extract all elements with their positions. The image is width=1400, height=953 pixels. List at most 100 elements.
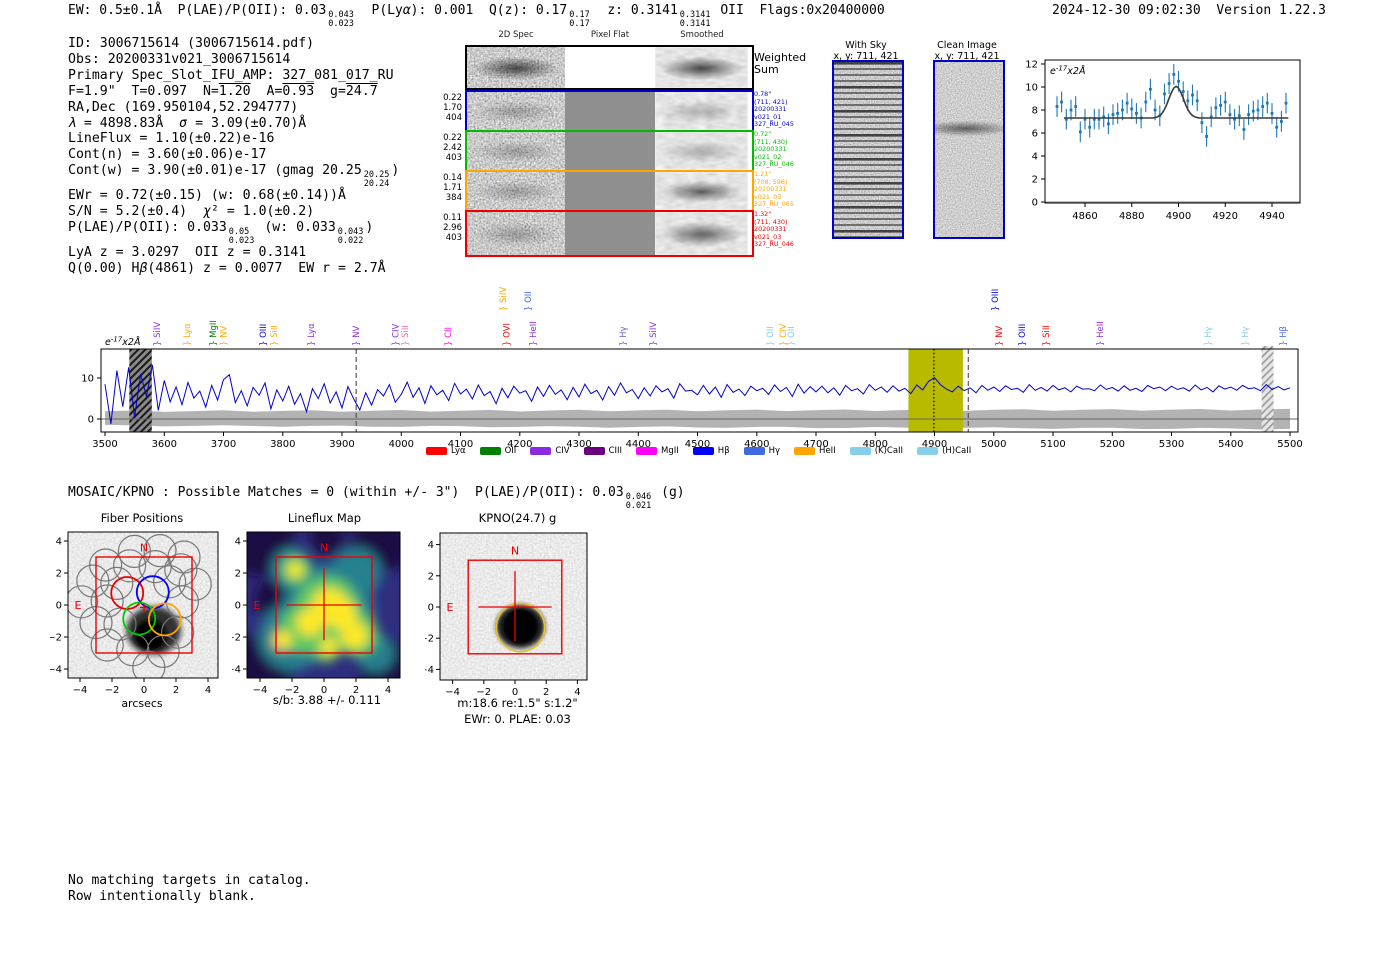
svg-text:4: 4 [428, 540, 434, 551]
svg-text:3500: 3500 [92, 439, 117, 450]
emission-line-label: } Lyα [307, 323, 317, 346]
spec2d-cell-flat [565, 212, 655, 255]
svg-text:4900: 4900 [1166, 211, 1191, 222]
spec2d-cell-flat [565, 172, 655, 210]
emission-line-label: } SiIV [153, 322, 163, 346]
info-line: Primary Spec_Slot_IFU_AMP: 327_081_017_R… [68, 67, 394, 83]
svg-text:4000: 4000 [389, 439, 414, 450]
lineflux-map-panel: NE−4−2024−4−2024 [226, 505, 422, 724]
legend-item: OII [479, 446, 516, 456]
spec2d-row-right-label: 1.32" (711, 430) 20200331 v021_03 327_RU_046 [754, 210, 794, 249]
footer-line-2: Row intentionally blank. [68, 889, 256, 904]
svg-text:4860: 4860 [1072, 211, 1097, 222]
spec2d-row-left-label: 0.14 1.71 384 [443, 173, 462, 203]
legend-swatch [849, 447, 871, 455]
emission-line-label: } OIII [991, 289, 1001, 311]
svg-text:4: 4 [235, 537, 241, 548]
svg-text:0: 0 [235, 601, 241, 612]
legend-swatch [530, 447, 552, 455]
footer-line-1: No matching targets in catalog. [68, 873, 311, 888]
svg-text:−2: −2 [232, 633, 241, 644]
emission-line-label: } Hβ [1279, 326, 1289, 346]
north-label: N [140, 541, 148, 554]
spec2d-weighted-label: Weighted Sum [754, 51, 807, 76]
emission-line-label: } OII [524, 291, 534, 311]
legend-label: (H)CaII [942, 446, 972, 456]
info-line: F=1.9" T=0.097 N=1.20 A=0.93 g=24.7 [68, 83, 378, 99]
fiber-panel-svg: N E −4 −2 0 2 4 −4 −2 0 2 4 [47, 531, 219, 696]
emission-line-label: } SiII [270, 325, 280, 346]
timestamp-version: 2024-12-30 09:02:30 Version 1.22.3 [1052, 3, 1326, 18]
emission-line-label: } OIII [1018, 324, 1028, 346]
spec2d-cell-smooth [655, 92, 748, 130]
legend-label: HeII [819, 446, 836, 456]
spec2d-col-header: Pixel Flat [590, 30, 630, 40]
legend-swatch [426, 447, 447, 455]
emission-line-label: } HeII [529, 321, 539, 346]
spec2d-row [465, 45, 754, 90]
info-line: S/N = 5.2(±0.4) χ² = 1.0(±0.2) [68, 204, 315, 220]
legend-item: Hγ [743, 446, 780, 456]
east-label: E [254, 599, 261, 612]
emission-line-label: } SiII [1042, 325, 1052, 346]
legend-item: (K)CaII [849, 446, 903, 456]
legend-item: HeII [794, 446, 836, 456]
svg-text:0: 0 [1032, 198, 1038, 209]
svg-text:2: 2 [428, 571, 434, 582]
svg-text:4880: 4880 [1119, 211, 1144, 222]
svg-text:0: 0 [141, 685, 147, 696]
svg-text:5300: 5300 [1159, 439, 1184, 450]
svg-text:2: 2 [235, 569, 241, 580]
legend-item: (H)CaII [917, 446, 971, 456]
svg-text:−4: −4 [425, 665, 434, 676]
legend-swatch [479, 447, 501, 455]
kpno-image-panel: NE−4−2024−4−2024 [419, 505, 615, 724]
svg-text:−4: −4 [50, 665, 62, 676]
legend-item: CIII [583, 446, 622, 456]
legend-swatch [636, 447, 658, 455]
spec2d-cell-noise [467, 132, 565, 170]
spectrum-legend: Lyα OII CIV CIII MgII Hβ Hγ HeII (K)CaII (H)CaII [426, 446, 971, 456]
spec2d-cell-smooth [655, 172, 748, 210]
legend-item: CIV [530, 446, 570, 456]
svg-text:5000: 5000 [981, 439, 1006, 450]
info-line: Obs: 20200331v021_3006715614 [68, 51, 291, 67]
spec2d-cell-noise [467, 47, 565, 88]
legend-swatch [743, 447, 765, 455]
spec2d-row [465, 210, 754, 257]
lineflux-panel-svg: NE−4−2024−4−2024 [226, 531, 401, 696]
legend-swatch [794, 447, 816, 455]
spec2d-row [465, 90, 754, 132]
svg-text:2: 2 [56, 569, 62, 580]
info-line: EWr = 0.72(±0.15) (w: 0.68(±0.14))Å [68, 188, 346, 204]
full-spectrum-svg: 3500 3600 3700 3800 3900 4000 4100 4200 4300 4400… [81, 287, 1302, 450]
emission-line-label: } MgII [209, 320, 219, 346]
spec2d-row-left-label: 0.11 2.96 403 [443, 213, 462, 243]
svg-text:5400: 5400 [1218, 439, 1243, 450]
spec2d-cell-white [565, 47, 655, 88]
north-label: N [511, 545, 519, 558]
hatched-band-left [129, 349, 152, 432]
info-line: Cont(n) = 3.60(±0.06)e-17 [68, 147, 267, 163]
svg-text:e-17x2Å: e-17x2Å [105, 336, 140, 349]
info-line: P(LAE)/P(OII): 0.033 0.05 0.023 (w: 0.033 0… [68, 220, 374, 246]
north-label: N [320, 541, 328, 554]
spec2d-row [465, 130, 754, 172]
spec2d-cell-flat [565, 132, 655, 170]
emission-line-label: } NV [352, 326, 362, 346]
emission-line-label: } Hγ [1241, 326, 1251, 346]
spec2d-row [465, 170, 754, 212]
clean-title: Clean Image [937, 40, 997, 51]
info-line: λ = 4898.83Å σ = 3.09(±0.70)Å [68, 115, 307, 131]
info-line: ID: 3006715614 (3006715614.pdf) [68, 36, 315, 51]
info-line: LineFlux = 1.10(±0.22)e-16 [68, 131, 275, 147]
emission-line-label: } OIII [259, 324, 269, 346]
emission-line-label: } HeII [1096, 321, 1106, 346]
spec2d-cell-flat [565, 92, 655, 130]
svg-text:−2: −2 [50, 633, 62, 644]
svg-text:3600: 3600 [152, 439, 177, 450]
legend-item: Hβ [692, 446, 730, 456]
svg-text:−2: −2 [105, 685, 120, 696]
emission-line-label: } SiIV [649, 322, 659, 346]
spec2d-cell-smooth [655, 47, 748, 88]
